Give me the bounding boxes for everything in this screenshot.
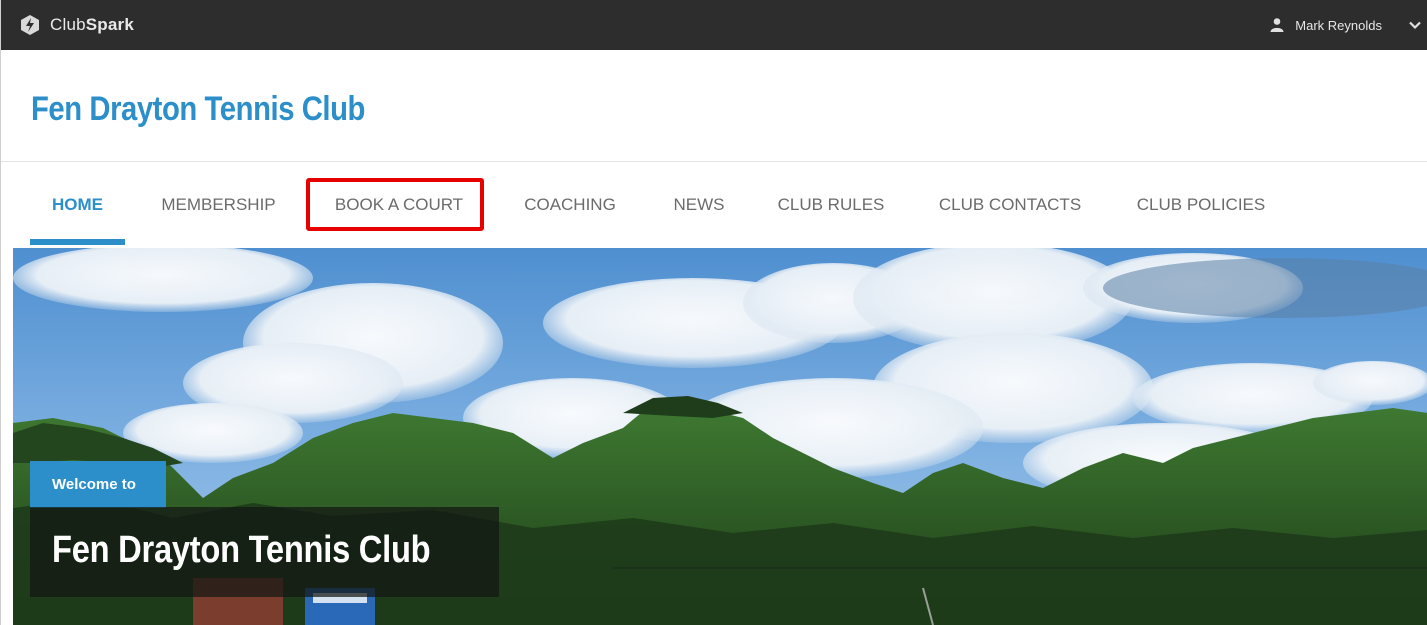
- hero-title: Fen Drayton Tennis Club: [52, 529, 431, 571]
- nav-club-policies[interactable]: CLUB POLICIES: [1124, 162, 1278, 248]
- nav-book-a-court[interactable]: BOOK A COURT: [319, 162, 479, 248]
- brand-name: ClubSpark: [50, 15, 135, 34]
- welcome-badge: Welcome to: [30, 461, 166, 508]
- nav-membership[interactable]: MEMBERSHIP: [149, 162, 288, 248]
- nav-club-rules[interactable]: CLUB RULES: [766, 162, 896, 248]
- clubspark-brand[interactable]: ClubSpark: [19, 12, 134, 38]
- site-header: Fen Drayton Tennis Club: [1, 50, 1427, 161]
- main-nav: HOME MEMBERSHIP BOOK A COURT COACHING NE…: [1, 162, 1427, 248]
- nav-home[interactable]: HOME: [30, 162, 125, 248]
- club-title[interactable]: Fen Drayton Tennis Club: [31, 90, 365, 129]
- chevron-down-icon[interactable]: [1408, 18, 1422, 32]
- top-bar: ClubSpark Mark Reynolds: [1, 0, 1427, 50]
- page: ClubSpark Mark Reynolds Fen Drayton Tenn…: [0, 0, 1427, 625]
- nav-coaching[interactable]: COACHING: [507, 162, 633, 248]
- nav-news[interactable]: NEWS: [662, 162, 736, 248]
- user-name: Mark Reynolds: [1295, 17, 1382, 33]
- nav-club-contacts[interactable]: CLUB CONTACTS: [926, 162, 1094, 248]
- hero-title-box: Fen Drayton Tennis Club: [30, 507, 499, 597]
- clubspark-logo-icon: [21, 15, 39, 35]
- user-icon: [1270, 18, 1284, 32]
- active-nav-indicator: [30, 239, 125, 245]
- user-menu[interactable]: Mark Reynolds: [1269, 14, 1422, 36]
